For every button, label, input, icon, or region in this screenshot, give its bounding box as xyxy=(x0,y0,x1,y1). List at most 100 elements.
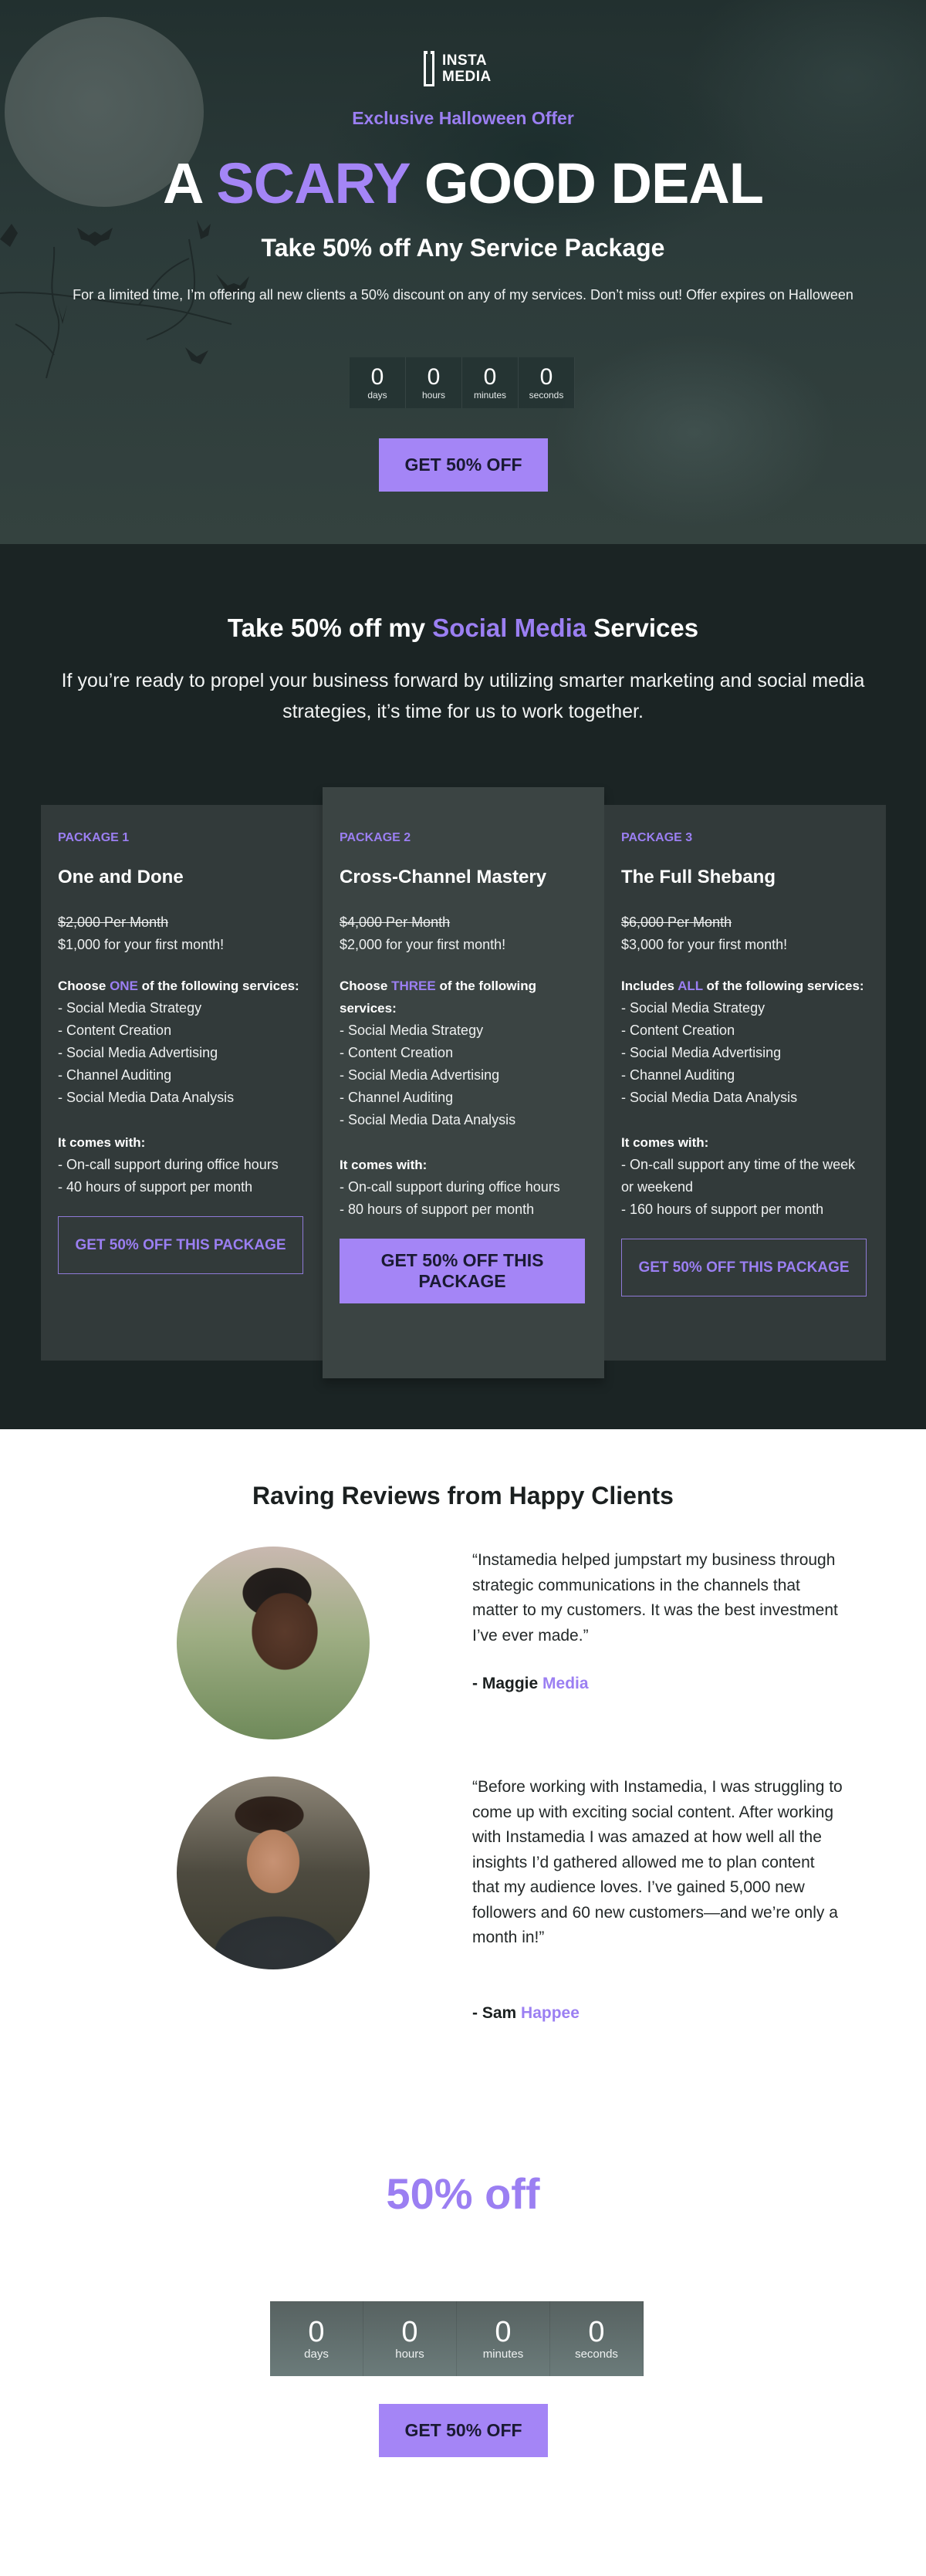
avatar xyxy=(177,1776,370,1969)
countdown-value: 0 xyxy=(539,364,553,390)
countdown-value: 0 xyxy=(495,2316,512,2348)
service-item: - Social Media Data Analysis xyxy=(58,1090,235,1105)
countdown-value: 0 xyxy=(401,2316,418,2348)
package-name: Cross-Channel Mastery xyxy=(340,867,547,887)
author-surname: Media xyxy=(542,1675,589,1692)
package-name: The Full Shebang xyxy=(621,867,776,887)
author-name: - Sam xyxy=(472,2004,517,2022)
logo-line-1: INSTA xyxy=(442,52,488,69)
package-old-price: $6,000 Per Month xyxy=(621,914,732,930)
services-description: If you’re ready to propel your business … xyxy=(61,670,865,722)
offer-eyebrow: Exclusive Halloween Offer xyxy=(352,108,574,128)
choose-accent: ONE xyxy=(110,979,138,993)
reviews-section: Raving Reviews from Happy Clients “Insta… xyxy=(0,1429,926,2576)
comes-with-item: - On-call support during office hours xyxy=(58,1157,279,1172)
countdown-days: 0 days xyxy=(270,2301,363,2376)
comes-with-item: - 80 hours of support per month xyxy=(340,1202,535,1217)
service-item: - Social Media Strategy xyxy=(58,1000,202,1016)
package-new-price: $3,000 for your first month! xyxy=(621,937,788,952)
package-label: PACKAGE 2 xyxy=(340,831,411,844)
countdown-minutes: 0 minutes xyxy=(462,357,519,408)
countdown-label: days xyxy=(367,390,387,401)
service-item: - Content Creation xyxy=(340,1045,454,1060)
hero-headline: A SCARY GOOD DEAL xyxy=(0,150,926,216)
countdown-seconds: 0 seconds xyxy=(519,357,575,408)
hero-section: INSTA MEDIA Exclusive Halloween Offer A … xyxy=(0,0,926,544)
package-choose-text: Choose ONE of the following services: xyxy=(58,975,306,997)
countdown-hours: 0 hours xyxy=(363,2301,457,2376)
countdown-label: seconds xyxy=(575,2348,618,2361)
logo-mark-icon xyxy=(424,51,434,86)
comes-with-title: It comes with: xyxy=(340,1158,428,1172)
services-title-prefix: Take 50% off my xyxy=(227,614,426,642)
headline-accent: SCARY xyxy=(216,151,410,215)
countdown-label: hours xyxy=(395,2348,424,2361)
headline-prefix: A xyxy=(163,151,202,215)
comes-with-title: It comes with: xyxy=(58,1135,146,1150)
comes-with-list: - On-call support during office hours - … xyxy=(340,1176,587,1221)
package-old-price: $4,000 Per Month xyxy=(340,914,451,930)
package-name: One and Done xyxy=(58,867,184,887)
hero-countdown: 0 days 0 hours 0 minutes 0 seconds xyxy=(350,357,575,408)
logo-line-2: MEDIA xyxy=(442,69,492,85)
avatar xyxy=(177,1547,370,1739)
service-item: - Social Media Advertising xyxy=(621,1045,782,1060)
package-choose-text: Includes ALL of the following services: xyxy=(621,975,869,997)
countdown-value: 0 xyxy=(370,364,384,390)
comes-with-item: - 160 hours of support per month xyxy=(621,1202,824,1217)
countdown-label: minutes xyxy=(473,390,507,401)
services-section: Take 50% off my Social Media Services If… xyxy=(0,544,926,1429)
countdown-minutes: 0 minutes xyxy=(457,2301,550,2376)
service-item: - Social Media Advertising xyxy=(340,1067,500,1083)
package-2-cta-button[interactable]: GET 50% OFF THIS PACKAGE xyxy=(340,1239,585,1303)
review-author: - Sam Happee xyxy=(472,2004,580,2023)
final-cta-button[interactable]: GET 50% OFF xyxy=(379,2404,548,2457)
countdown-seconds: 0 seconds xyxy=(550,2301,644,2376)
review-author: - Maggie Media xyxy=(472,1675,589,1693)
hero-cta-button[interactable]: GET 50% OFF xyxy=(379,438,548,492)
choose-accent: ALL xyxy=(678,979,703,993)
choose-prefix: Choose xyxy=(340,979,388,993)
package-card-1: PACKAGE 1 One and Done $2,000 Per Month … xyxy=(41,805,323,1361)
comes-with-list: - On-call support any time of the week o… xyxy=(621,1154,869,1221)
choose-suffix: of the following services: xyxy=(706,979,864,993)
brand-logo[interactable]: INSTA MEDIA xyxy=(424,51,492,86)
countdown-value: 0 xyxy=(588,2316,605,2348)
author-name: - Maggie xyxy=(472,1675,539,1692)
hero-subhead: Take 50% off Any Service Package xyxy=(261,234,665,262)
countdown-value: 0 xyxy=(483,364,497,390)
countdown-label: days xyxy=(304,2348,329,2361)
comes-with-title: It comes with: xyxy=(621,1135,709,1150)
choose-accent: THREE xyxy=(391,979,436,993)
package-label: PACKAGE 1 xyxy=(58,831,130,844)
countdown-days: 0 days xyxy=(350,357,406,408)
services-title-accent: Social Media xyxy=(432,614,587,642)
countdown-value: 0 xyxy=(427,364,441,390)
package-services-list: - Social Media Strategy - Content Creati… xyxy=(621,997,869,1109)
service-item: - Social Media Data Analysis xyxy=(621,1090,798,1105)
reviews-title: Raving Reviews from Happy Clients xyxy=(252,1482,674,1509)
hero-description: For a limited time, I’m offering all new… xyxy=(73,287,853,303)
package-1-cta-button[interactable]: GET 50% OFF THIS PACKAGE xyxy=(58,1216,303,1274)
service-item: - Content Creation xyxy=(621,1023,735,1038)
comes-with-list: - On-call support during office hours - … xyxy=(58,1154,306,1198)
countdown-label: seconds xyxy=(529,390,564,401)
package-choose-text: Choose THREE of the following services: xyxy=(340,975,587,1019)
services-title-suffix: Services xyxy=(593,614,699,642)
countdown-label: hours xyxy=(421,390,446,401)
choose-prefix: Choose xyxy=(58,979,106,993)
comes-with-item: - On-call support any time of the week o… xyxy=(621,1157,856,1195)
countdown-hours: 0 hours xyxy=(406,357,462,408)
service-item: - Content Creation xyxy=(58,1023,172,1038)
package-new-price: $1,000 for your first month! xyxy=(58,937,225,952)
service-item: - Social Media Strategy xyxy=(621,1000,765,1016)
package-card-3: PACKAGE 3 The Full Shebang $6,000 Per Mo… xyxy=(604,805,886,1361)
package-new-price: $2,000 for your first month! xyxy=(340,937,506,952)
final-countdown: 0 days 0 hours 0 minutes 0 seconds xyxy=(270,2301,644,2376)
package-services-list: - Social Media Strategy - Content Creati… xyxy=(340,1019,587,1131)
package-services-list: - Social Media Strategy - Content Creati… xyxy=(58,997,306,1109)
service-item: - Channel Auditing xyxy=(58,1067,172,1083)
final-headline: 50% off xyxy=(386,2169,540,2218)
service-item: - Channel Auditing xyxy=(340,1090,454,1105)
package-3-cta-button[interactable]: GET 50% OFF THIS PACKAGE xyxy=(621,1239,867,1296)
